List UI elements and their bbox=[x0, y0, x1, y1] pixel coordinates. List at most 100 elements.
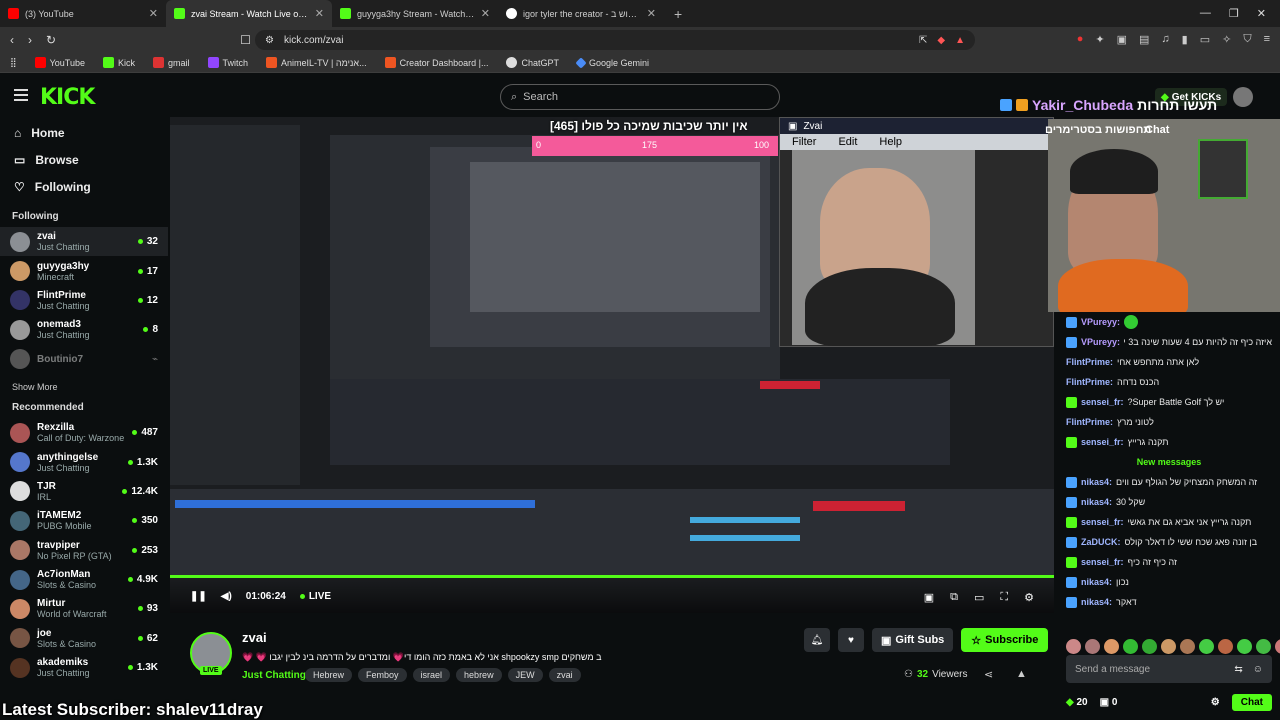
chat-username[interactable]: sensei_fr: bbox=[1081, 432, 1124, 452]
sidebar-channel-rexzilla[interactable]: Rexzilla Call of Duty: Warzone 487 bbox=[0, 418, 168, 447]
tab-youtube[interactable]: (3) YouTube ✕ bbox=[0, 0, 166, 27]
close-window-icon[interactable]: ✕ bbox=[1257, 7, 1266, 20]
search-input[interactable]: ⌕ Search bbox=[500, 84, 780, 110]
extension-icon[interactable]: ✦ bbox=[1095, 33, 1104, 46]
rewards-icon[interactable]: ▲ bbox=[955, 35, 965, 46]
sidebar-channel-itamem2[interactable]: iTAMEM2 PUBG Mobile 350 bbox=[0, 506, 168, 535]
close-icon[interactable]: ✕ bbox=[149, 7, 158, 20]
chat-send-button[interactable]: Chat bbox=[1231, 693, 1272, 711]
emote-icon[interactable] bbox=[1142, 639, 1157, 654]
close-icon[interactable]: ✕ bbox=[647, 7, 656, 20]
tab-guyyga3hy[interactable]: guyyga3hy Stream - Watch Live on Kick✕ bbox=[332, 0, 498, 27]
emote-icon[interactable] bbox=[1237, 639, 1252, 654]
chat-username[interactable]: sensei_fr: bbox=[1081, 392, 1124, 412]
chat-username[interactable]: FlintPrime: bbox=[1066, 412, 1113, 432]
gift-balance[interactable]: ▣ 0 bbox=[1100, 697, 1118, 708]
emote-icon[interactable] bbox=[1180, 639, 1195, 654]
ai-icon[interactable]: ✧ bbox=[1222, 33, 1231, 46]
bookmark-gmail[interactable]: gmail bbox=[152, 57, 190, 68]
sidebar-channel-akademiks[interactable]: akademiks Just Chatting 1.3K bbox=[0, 653, 168, 682]
sidebar-channel-ac7ionman[interactable]: Ac7ionMan Slots & Casino 4.9K bbox=[0, 565, 168, 594]
report-icon[interactable]: ▲ bbox=[1016, 668, 1027, 680]
site-info-icon[interactable]: ⚙ bbox=[265, 35, 274, 46]
subscribe-button[interactable]: ☆ Subscribe bbox=[961, 628, 1049, 652]
music-icon[interactable]: ♫ bbox=[1161, 33, 1169, 46]
pause-icon[interactable]: ❚❚ bbox=[190, 591, 207, 602]
sidebar-channel-travpiper[interactable]: travpiper No Pixel RP (GTA) 253 bbox=[0, 536, 168, 565]
settings-icon[interactable]: ⚙ bbox=[1024, 591, 1034, 604]
close-icon[interactable]: ✕ bbox=[315, 7, 324, 20]
chat-input[interactable]: Send a message ⇆ ☺ bbox=[1066, 655, 1272, 683]
emote-icon[interactable] bbox=[1256, 639, 1271, 654]
emote-icon[interactable] bbox=[1104, 639, 1119, 654]
bookmark-gemini[interactable]: Google Gemini bbox=[575, 56, 649, 69]
gift-subs-button[interactable]: ▣ Gift Subs bbox=[872, 628, 954, 652]
sidebar-channel-anythingelse[interactable]: anythingelse Just Chatting 1.3K bbox=[0, 447, 168, 476]
emote-icon[interactable] bbox=[1085, 639, 1100, 654]
emoji-icon[interactable]: ☺ bbox=[1253, 664, 1263, 675]
reload-icon[interactable]: ↻ bbox=[46, 33, 56, 47]
sidebar-channel-flintprime[interactable]: FlintPrime Just Chatting 12 bbox=[0, 286, 168, 315]
chat-username[interactable]: FlintPrime: bbox=[1066, 352, 1113, 372]
sidebar-channel-boutinio7[interactable]: Boutinio7 ⌁ bbox=[0, 345, 168, 374]
vpn-icon[interactable]: ⛉ bbox=[1243, 33, 1251, 46]
emote-icon[interactable] bbox=[1123, 639, 1138, 654]
menu-icon[interactable]: ≡ bbox=[1264, 33, 1270, 46]
bookmark-kick[interactable]: Kick bbox=[102, 57, 135, 68]
sidebar-channel-tjr[interactable]: TJR IRL 12.4K bbox=[0, 477, 168, 506]
clip-icon[interactable]: ⧉ bbox=[950, 591, 958, 604]
menu-icon[interactable] bbox=[14, 89, 28, 101]
sidebar-channel-guyyga3hy[interactable]: guyyga3hy Minecraft 17 bbox=[0, 256, 168, 285]
chat-settings-icon[interactable]: ⚙ bbox=[1211, 697, 1220, 708]
back-icon[interactable]: ‹ bbox=[10, 33, 14, 47]
emote-icon[interactable] bbox=[1199, 639, 1214, 654]
kicks-balance[interactable]: ◆ 20 bbox=[1066, 697, 1088, 708]
new-messages-divider[interactable]: New messages bbox=[1058, 452, 1280, 472]
record-icon[interactable]: ● bbox=[1077, 33, 1084, 46]
chat-username[interactable]: nikas4: bbox=[1081, 492, 1112, 512]
emote-icon[interactable] bbox=[1066, 639, 1081, 654]
notification-bell-button[interactable]: 🔔︎ bbox=[804, 628, 830, 652]
bookmark-icon[interactable]: ☐ bbox=[240, 33, 251, 47]
bookmark-twitch[interactable]: Twitch bbox=[207, 57, 248, 68]
sidebar-icon[interactable]: ▮ bbox=[1182, 33, 1188, 46]
chat-username[interactable]: FlintPrime: bbox=[1066, 372, 1113, 392]
sidebar-item-home[interactable]: ⌂ Home bbox=[0, 119, 168, 146]
tag[interactable]: hebrew bbox=[456, 668, 502, 682]
stream-category[interactable]: Just Chatting bbox=[242, 670, 306, 681]
bookmark-animeil[interactable]: AnimeIL-TV | אנימה... bbox=[266, 57, 367, 68]
apps-icon[interactable]: ⣿ bbox=[10, 57, 17, 68]
emote-icon[interactable] bbox=[1218, 639, 1233, 654]
maximize-icon[interactable]: ❐ bbox=[1229, 7, 1239, 20]
chat-username[interactable]: VPureyy: bbox=[1081, 312, 1120, 332]
chat-username[interactable]: nikas4: bbox=[1081, 572, 1112, 592]
chat-username[interactable]: ZaDUCK: bbox=[1081, 532, 1121, 552]
share-icon[interactable]: ⋖ bbox=[984, 668, 993, 681]
chat-username[interactable]: nikas4: bbox=[1081, 472, 1112, 492]
tab-google[interactable]: igor tyler the creator - חיפוש ב-Google✕ bbox=[498, 0, 664, 27]
chat-username[interactable]: sensei_fr: bbox=[1081, 552, 1124, 572]
follow-button[interactable]: ♥ bbox=[838, 628, 864, 652]
bookmark-chatgpt[interactable]: ChatGPT bbox=[506, 57, 559, 68]
tag[interactable]: israel bbox=[412, 668, 451, 682]
bookmark-youtube[interactable]: YouTube bbox=[34, 57, 85, 68]
bookmark-creator-dashboard[interactable]: Creator Dashboard |... bbox=[384, 57, 488, 68]
video-player[interactable]: אין יותר שכיבות שמיכה כל פולו [465] 0 17… bbox=[170, 117, 1054, 613]
tag[interactable]: JEW bbox=[507, 668, 543, 682]
wallet-icon[interactable]: ▭ bbox=[1200, 33, 1210, 46]
share-icon[interactable]: ⇱ bbox=[919, 35, 927, 46]
sidebar-item-following[interactable]: ♡ Following bbox=[0, 173, 168, 200]
emote-icon[interactable] bbox=[1161, 639, 1176, 654]
tag[interactable]: Femboy bbox=[358, 668, 407, 682]
chat-username[interactable]: nikas4: bbox=[1081, 592, 1112, 612]
theater-icon[interactable]: ▭ bbox=[974, 591, 984, 604]
chat-username[interactable]: sensei_fr: bbox=[1081, 512, 1124, 532]
close-icon[interactable]: ✕ bbox=[481, 7, 490, 20]
tag[interactable]: Hebrew bbox=[305, 668, 353, 682]
sidebar-channel-joe[interactable]: joe Slots & Casino 62 bbox=[0, 624, 168, 653]
sidebar-channel-zvai[interactable]: zvai Just Chatting 32 bbox=[0, 227, 168, 257]
extension-icon[interactable]: ▣ bbox=[1117, 33, 1127, 46]
channel-name[interactable]: zvai bbox=[242, 630, 267, 645]
sidebar-channel-onemad3[interactable]: onemad3 Just Chatting 8 bbox=[0, 315, 168, 344]
minimize-icon[interactable]: — bbox=[1200, 7, 1211, 20]
